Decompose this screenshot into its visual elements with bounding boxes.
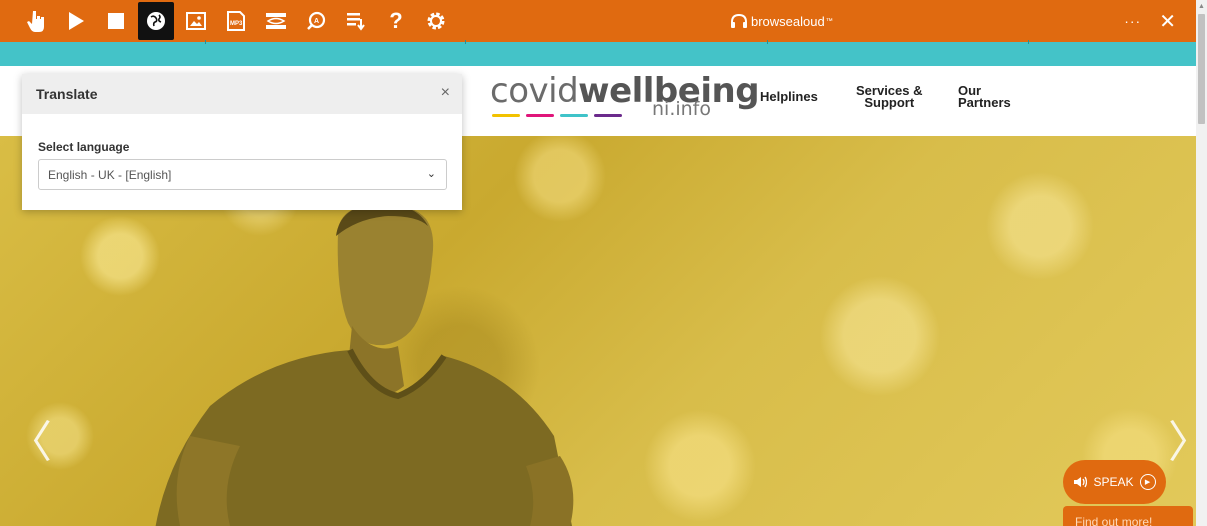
more-options-button[interactable]: ··· bbox=[1124, 13, 1141, 29]
language-select[interactable]: English - UK - [English] ⌄ bbox=[38, 159, 447, 190]
translate-close-button[interactable]: × bbox=[441, 84, 450, 102]
speak-label: SPEAK bbox=[1093, 475, 1134, 489]
screen-mask-icon[interactable] bbox=[256, 0, 296, 42]
find-out-more-button[interactable]: Find out more! bbox=[1063, 506, 1193, 526]
brand-name: browsealoud bbox=[751, 13, 825, 29]
svg-text:MP3: MP3 bbox=[230, 21, 243, 27]
hand-pointer-icon[interactable] bbox=[16, 0, 56, 42]
logo-color-bars bbox=[492, 114, 622, 117]
play-circle-icon: ▶ bbox=[1139, 474, 1156, 490]
settings-gear-icon[interactable] bbox=[416, 0, 456, 42]
picture-icon[interactable] bbox=[176, 0, 216, 42]
nav-services-support[interactable]: Services & Support bbox=[856, 80, 923, 114]
svg-text:A: A bbox=[314, 18, 319, 25]
teal-banner bbox=[0, 40, 1196, 66]
magnifier-icon[interactable]: A bbox=[296, 0, 336, 42]
translate-title: Translate bbox=[22, 74, 462, 114]
brand-tm: ™ bbox=[825, 17, 833, 25]
speak-button[interactable]: SPEAK ▶ bbox=[1063, 460, 1166, 504]
covidwellbeing-logo[interactable]: covidwellbeing ni.info bbox=[490, 74, 760, 120]
speaker-icon bbox=[1074, 476, 1088, 488]
mp3-icon[interactable]: MP3 bbox=[216, 0, 256, 42]
toolbar-close-button[interactable]: ✕ bbox=[1159, 9, 1176, 34]
stop-icon[interactable] bbox=[96, 0, 136, 42]
logo-light-text: covid bbox=[490, 71, 579, 111]
globe-translate-icon[interactable] bbox=[138, 2, 174, 40]
headphones-icon bbox=[731, 14, 747, 28]
help-icon-glyph: ? bbox=[389, 8, 403, 33]
nav-our-partners[interactable]: Our Partners bbox=[958, 80, 1011, 114]
translate-panel: Translate × Select language English - UK… bbox=[22, 74, 462, 210]
browsealoud-logo: browsealoud ™ bbox=[730, 0, 833, 42]
logo-sub-text: ni.info bbox=[652, 98, 711, 120]
page: MP3 A ? browsealoud ™ ··· ✕ covidwellbei… bbox=[0, 0, 1207, 526]
webpage-simplifier-icon[interactable] bbox=[336, 0, 376, 42]
chevron-down-icon: ⌄ bbox=[426, 168, 436, 180]
nav-helplines[interactable]: Helplines bbox=[760, 80, 818, 114]
help-icon[interactable]: ? bbox=[376, 0, 416, 42]
carousel-next-arrow[interactable]: 〉 bbox=[1168, 406, 1196, 470]
scroll-up-arrow[interactable]: ▲ bbox=[1196, 0, 1207, 14]
scroll-thumb[interactable] bbox=[1198, 14, 1205, 124]
language-select-value: English - UK - [English] bbox=[48, 167, 172, 182]
play-icon[interactable] bbox=[56, 0, 96, 42]
browsealoud-toolbar: MP3 A ? browsealoud ™ ··· ✕ bbox=[0, 0, 1196, 42]
select-language-label: Select language bbox=[38, 140, 130, 154]
page-scrollbar[interactable]: ▲ bbox=[1196, 0, 1207, 526]
carousel-prev-arrow[interactable]: 〈 bbox=[8, 406, 52, 470]
